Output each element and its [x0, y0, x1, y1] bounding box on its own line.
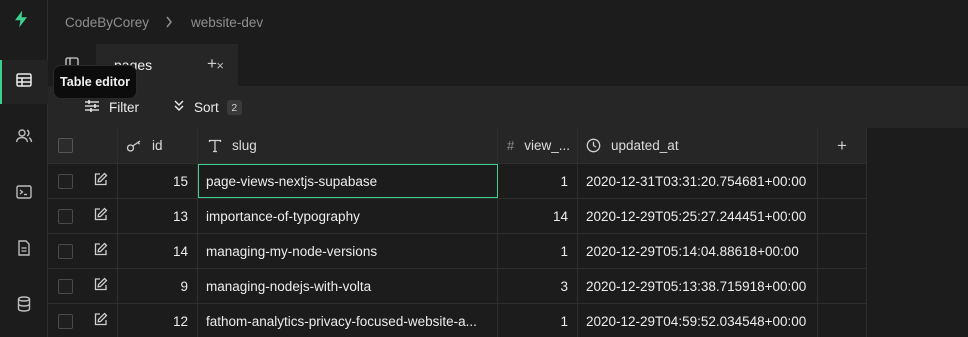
cell-view-count[interactable]: 3 — [498, 269, 578, 303]
text-type-icon — [208, 139, 222, 153]
row-select-cell — [48, 269, 83, 303]
row-edit-cell — [83, 199, 118, 233]
column-header-id[interactable]: id — [118, 128, 198, 163]
cell-slug[interactable]: importance-of-typography — [198, 199, 498, 233]
cell-id[interactable]: 9 — [118, 269, 198, 303]
column-label-view-count: view_... — [524, 138, 571, 153]
column-header-updated-at[interactable]: updated_at — [578, 128, 818, 163]
cell-view-count[interactable]: 14 — [498, 199, 578, 233]
row-select-cell — [48, 234, 83, 268]
edit-icon[interactable] — [93, 312, 108, 330]
select-all-checkbox[interactable] — [58, 138, 73, 153]
users-icon — [15, 127, 33, 150]
cell-id[interactable]: 15 — [118, 164, 198, 198]
cell-id[interactable]: 12 — [118, 304, 198, 337]
table-row: 13 importance-of-typography 14 2020-12-2… — [48, 199, 867, 234]
cell-slug[interactable]: managing-my-node-versions — [198, 234, 498, 268]
row-edit-cell — [83, 164, 118, 198]
select-all-cell — [48, 128, 83, 163]
document-icon — [15, 239, 33, 262]
hash-icon: # — [507, 138, 515, 153]
table-row: 15 page-views-nextjs-supabase 1 2020-12-… — [48, 164, 867, 199]
table-toolbar: Filter Sort 2 — [48, 86, 968, 128]
edit-icon[interactable] — [93, 172, 108, 190]
breadcrumb: CodeByCorey website-dev — [48, 0, 968, 44]
clock-icon — [586, 138, 601, 153]
column-label-updated-at: updated_at — [611, 138, 679, 153]
add-tab-button[interactable]: + — [207, 55, 217, 72]
column-header-slug[interactable]: slug — [198, 128, 498, 163]
tab-bar: pages × + — [48, 44, 968, 86]
row-checkbox[interactable] — [58, 208, 73, 224]
sort-label: Sort — [194, 100, 219, 115]
row-select-cell — [48, 304, 83, 337]
cell-slug[interactable]: managing-nodejs-with-volta — [198, 269, 498, 303]
cell-view-count[interactable]: 1 — [498, 234, 578, 268]
sort-button[interactable]: Sort 2 — [173, 99, 242, 116]
row-checkbox[interactable] — [58, 313, 73, 329]
close-icon[interactable]: × — [216, 58, 224, 73]
filter-icon — [84, 99, 109, 116]
cell-updated-at[interactable]: 2020-12-29T05:13:38.715918+00:00 — [578, 269, 818, 303]
table-icon — [15, 71, 33, 94]
chevron-right-icon — [165, 16, 173, 28]
add-column-button[interactable]: + — [818, 128, 867, 163]
rail-sql[interactable] — [0, 172, 48, 216]
bolt-logo[interactable] — [12, 10, 36, 40]
cell-view-count[interactable]: 1 — [498, 164, 578, 198]
cell-filler — [818, 164, 867, 198]
row-edit-cell — [83, 304, 118, 337]
tooltip: Table editor — [53, 65, 137, 99]
row-checkbox[interactable] — [58, 278, 73, 294]
row-edit-cell — [83, 269, 118, 303]
cell-filler — [818, 269, 867, 303]
edit-icon[interactable] — [93, 242, 108, 260]
row-select-cell — [48, 164, 83, 198]
left-rail — [0, 0, 48, 337]
cell-filler — [818, 304, 867, 337]
edit-icon[interactable] — [93, 277, 108, 295]
cell-slug[interactable]: fathom-analytics-privacy-focused-website… — [198, 304, 498, 337]
cell-slug[interactable]: page-views-nextjs-supabase — [198, 164, 498, 198]
row-checkbox[interactable] — [58, 243, 73, 259]
cell-id[interactable]: 13 — [118, 199, 198, 233]
data-grid: id slug # view_... updated_at + 15 page-… — [48, 128, 867, 337]
cell-filler — [818, 234, 867, 268]
edit-header-cell — [83, 128, 118, 163]
column-label-id: id — [152, 138, 163, 153]
cell-view-count[interactable]: 1 — [498, 304, 578, 337]
sort-count-badge: 2 — [226, 100, 242, 115]
table-row: 12 fathom-analytics-privacy-focused-webs… — [48, 304, 867, 337]
rail-database[interactable] — [0, 284, 48, 328]
cell-updated-at[interactable]: 2020-12-29T05:25:27.244451+00:00 — [578, 199, 818, 233]
terminal-icon — [15, 183, 33, 206]
grid-header-row: id slug # view_... updated_at + — [48, 128, 867, 164]
cell-updated-at[interactable]: 2020-12-29T04:59:52.034548+00:00 — [578, 304, 818, 337]
column-label-slug: slug — [232, 138, 257, 153]
cell-updated-at[interactable]: 2020-12-31T03:31:20.754681+00:00 — [578, 164, 818, 198]
grid-empty-area — [867, 128, 968, 337]
cell-id[interactable]: 14 — [118, 234, 198, 268]
filter-button[interactable]: Filter — [84, 99, 139, 116]
plus-icon: + — [837, 135, 847, 155]
rail-docs[interactable] — [0, 228, 48, 272]
rail-table-editor[interactable] — [0, 60, 48, 104]
filter-label: Filter — [109, 100, 139, 115]
column-header-view-count[interactable]: # view_... — [498, 128, 578, 163]
row-select-cell — [48, 199, 83, 233]
table-row: 14 managing-my-node-versions 1 2020-12-2… — [48, 234, 867, 269]
row-checkbox[interactable] — [58, 173, 73, 189]
cell-filler — [818, 199, 867, 233]
database-icon — [15, 295, 33, 318]
edit-icon[interactable] — [93, 207, 108, 225]
breadcrumb-org[interactable]: CodeByCorey — [65, 15, 149, 30]
key-icon — [126, 139, 142, 153]
table-row: 9 managing-nodejs-with-volta 3 2020-12-2… — [48, 269, 867, 304]
row-edit-cell — [83, 234, 118, 268]
breadcrumb-project[interactable]: website-dev — [191, 15, 263, 30]
rail-auth[interactable] — [0, 116, 48, 160]
sort-icon — [173, 99, 194, 116]
cell-updated-at[interactable]: 2020-12-29T05:14:04.88618+00:00 — [578, 234, 818, 268]
